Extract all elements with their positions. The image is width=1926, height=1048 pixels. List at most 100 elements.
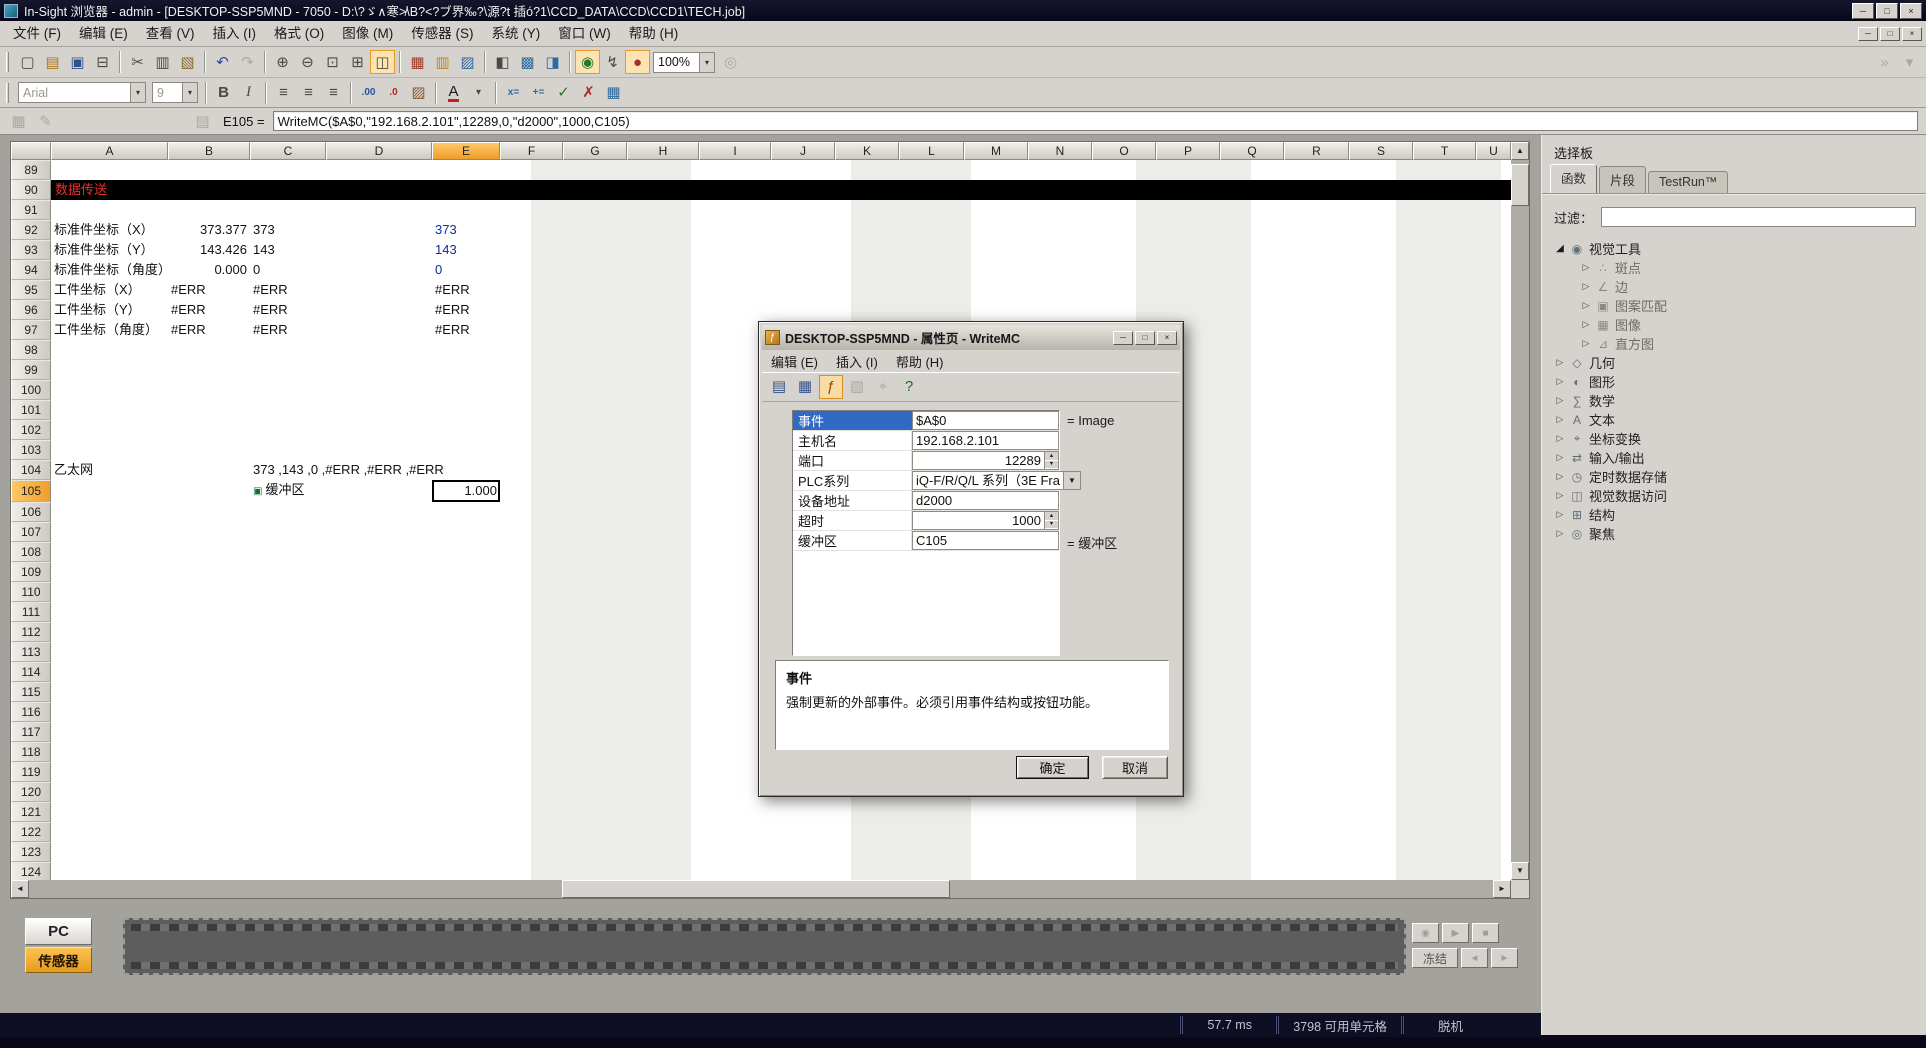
cell-D113[interactable] bbox=[326, 642, 432, 662]
property-label-timeout[interactable]: 超时 bbox=[793, 511, 912, 530]
column-header-C[interactable]: C bbox=[250, 142, 326, 160]
tree-item-edge[interactable]: ▷∠边 bbox=[1548, 277, 1920, 296]
cell-C120[interactable] bbox=[250, 782, 326, 802]
undo-icon[interactable]: ↶ bbox=[210, 50, 235, 74]
cell-T114[interactable] bbox=[1413, 662, 1476, 682]
cell-T112[interactable] bbox=[1413, 622, 1476, 642]
cell-F121[interactable] bbox=[500, 802, 563, 822]
expand-arrow-icon[interactable]: ▷ bbox=[1552, 490, 1568, 501]
cell-B92[interactable]: 373.377 bbox=[168, 220, 250, 240]
cell-I94[interactable] bbox=[699, 260, 771, 280]
cell-N121[interactable] bbox=[1028, 802, 1092, 822]
cell-B108[interactable] bbox=[168, 542, 250, 562]
cell-R112[interactable] bbox=[1284, 622, 1349, 642]
cell-S100[interactable] bbox=[1349, 380, 1413, 400]
cell-H99[interactable] bbox=[627, 360, 699, 380]
spin-up-icon[interactable]: ▲ bbox=[1045, 512, 1058, 521]
cell-A105[interactable] bbox=[51, 480, 168, 502]
cell-U117[interactable] bbox=[1476, 722, 1511, 742]
cell-H114[interactable] bbox=[627, 662, 699, 682]
cell-F101[interactable] bbox=[500, 400, 563, 420]
cell-P95[interactable] bbox=[1156, 280, 1220, 300]
cell-F122[interactable] bbox=[500, 822, 563, 842]
cell-S120[interactable] bbox=[1349, 782, 1413, 802]
cell-D107[interactable] bbox=[326, 522, 432, 542]
cell-P121[interactable] bbox=[1156, 802, 1220, 822]
cell-C91[interactable] bbox=[250, 200, 326, 220]
column-header-H[interactable]: H bbox=[627, 142, 699, 160]
cell-D100[interactable] bbox=[326, 380, 432, 400]
cell-U123[interactable] bbox=[1476, 842, 1511, 862]
cell-U122[interactable] bbox=[1476, 822, 1511, 842]
cell-S109[interactable] bbox=[1349, 562, 1413, 582]
cell-Q116[interactable] bbox=[1220, 702, 1284, 722]
cell-R93[interactable] bbox=[1284, 240, 1349, 260]
ok-button[interactable]: 确定 bbox=[1016, 756, 1089, 779]
cell-B94[interactable]: 0.000 bbox=[168, 260, 250, 280]
cell-G115[interactable] bbox=[563, 682, 627, 702]
cell-B101[interactable] bbox=[168, 400, 250, 420]
cell-F118[interactable] bbox=[500, 742, 563, 762]
property-label-host-name[interactable]: 主机名 bbox=[793, 431, 912, 450]
cell-B91[interactable] bbox=[168, 200, 250, 220]
cell-T89[interactable] bbox=[1413, 160, 1476, 180]
cell-U89[interactable] bbox=[1476, 160, 1511, 180]
close-button[interactable]: × bbox=[1902, 27, 1922, 41]
cell-D96[interactable] bbox=[326, 300, 432, 320]
cell-G111[interactable] bbox=[563, 602, 627, 622]
cell-G123[interactable] bbox=[563, 842, 627, 862]
cell-G102[interactable] bbox=[563, 420, 627, 440]
cell-G97[interactable] bbox=[563, 320, 627, 340]
data-transfer-banner[interactable]: 数据传送 bbox=[51, 180, 1511, 200]
cell-O92[interactable] bbox=[1092, 220, 1156, 240]
cell-I124[interactable] bbox=[699, 862, 771, 882]
cell-N94[interactable] bbox=[1028, 260, 1092, 280]
cell-H109[interactable] bbox=[627, 562, 699, 582]
cell-C123[interactable] bbox=[250, 842, 326, 862]
cell-U98[interactable] bbox=[1476, 340, 1511, 360]
expand-arrow-icon[interactable]: ▷ bbox=[1578, 300, 1594, 311]
cell-G91[interactable] bbox=[563, 200, 627, 220]
timeout-field[interactable]: 1000▲▼ bbox=[912, 511, 1059, 530]
cell-J123[interactable] bbox=[771, 842, 835, 862]
cell-M93[interactable] bbox=[964, 240, 1028, 260]
new-job-icon[interactable]: ▢ bbox=[15, 50, 40, 74]
cell-F102[interactable] bbox=[500, 420, 563, 440]
cell-N124[interactable] bbox=[1028, 862, 1092, 882]
cell-T118[interactable] bbox=[1413, 742, 1476, 762]
cell-R108[interactable] bbox=[1284, 542, 1349, 562]
cell-F93[interactable] bbox=[500, 240, 563, 260]
cell-F104[interactable] bbox=[500, 460, 563, 480]
cell-F91[interactable] bbox=[500, 200, 563, 220]
cell-H118[interactable] bbox=[627, 742, 699, 762]
cell-Q92[interactable] bbox=[1220, 220, 1284, 240]
expand-arrow-icon[interactable]: ▷ bbox=[1552, 414, 1568, 425]
row-header-115[interactable]: 115 bbox=[11, 682, 51, 702]
histogram-view-icon[interactable]: ▥ bbox=[430, 50, 455, 74]
row-header-113[interactable]: 113 bbox=[11, 642, 51, 662]
cell-H97[interactable] bbox=[627, 320, 699, 340]
cell-N93[interactable] bbox=[1028, 240, 1092, 260]
cell-D101[interactable] bbox=[326, 400, 432, 420]
cell-T122[interactable] bbox=[1413, 822, 1476, 842]
dropdown-arrow-icon[interactable]: ▼ bbox=[1063, 472, 1080, 489]
cell-F109[interactable] bbox=[500, 562, 563, 582]
cell-Q103[interactable] bbox=[1220, 440, 1284, 460]
cell-U92[interactable] bbox=[1476, 220, 1511, 240]
cell-P96[interactable] bbox=[1156, 300, 1220, 320]
cell-N89[interactable] bbox=[1028, 160, 1092, 180]
cell-Q120[interactable] bbox=[1220, 782, 1284, 802]
cell-E111[interactable] bbox=[432, 602, 500, 622]
row-header-116[interactable]: 116 bbox=[11, 702, 51, 722]
cell-D124[interactable] bbox=[326, 862, 432, 882]
cell-D106[interactable] bbox=[326, 502, 432, 522]
sensor-button[interactable]: 传感器 bbox=[25, 947, 92, 973]
buffer-field[interactable]: C105 bbox=[912, 531, 1059, 550]
cell-H124[interactable] bbox=[627, 862, 699, 882]
cell-T106[interactable] bbox=[1413, 502, 1476, 522]
cell-H106[interactable] bbox=[627, 502, 699, 522]
cell-A112[interactable] bbox=[51, 622, 168, 642]
cell-D118[interactable] bbox=[326, 742, 432, 762]
cell-U115[interactable] bbox=[1476, 682, 1511, 702]
cell-E107[interactable] bbox=[432, 522, 500, 542]
